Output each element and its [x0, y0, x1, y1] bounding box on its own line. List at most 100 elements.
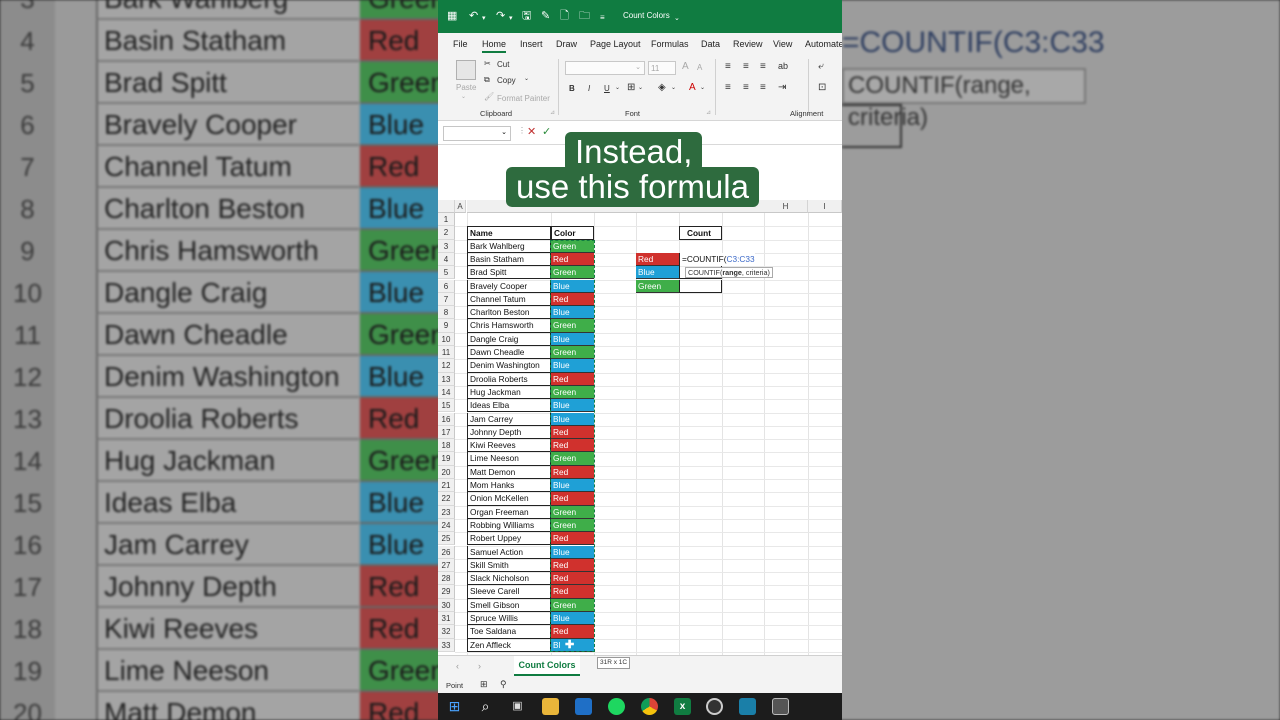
- quick-action-icon[interactable]: ✎: [541, 9, 550, 23]
- recording-app-icon[interactable]: [706, 698, 723, 715]
- name-cell[interactable]: Robert Uppey: [467, 532, 551, 546]
- name-cell[interactable]: Skill Smith: [467, 558, 551, 573]
- file-explorer-icon[interactable]: [542, 698, 559, 715]
- copy-dropdown-icon[interactable]: ⌄: [524, 75, 529, 82]
- indent-icon[interactable]: ⇥: [778, 82, 786, 93]
- row-header-13[interactable]: 13: [438, 372, 455, 386]
- name-cell[interactable]: Zen Affleck: [467, 638, 551, 652]
- tab-draw[interactable]: Draw: [556, 39, 577, 49]
- align-top-icon[interactable]: ≡: [725, 61, 731, 72]
- row-header-24[interactable]: 24: [438, 518, 455, 533]
- name-cell[interactable]: Dawn Cheadle: [467, 346, 551, 360]
- wrap-text-icon[interactable]: ⤶: [818, 61, 824, 72]
- name-cell[interactable]: Hug Jackman: [467, 385, 551, 400]
- name-cell[interactable]: Organ Freeman: [467, 505, 551, 519]
- summary-label-blue[interactable]: Blue: [636, 266, 679, 280]
- row-header-25[interactable]: 25: [438, 532, 455, 546]
- align-right-icon[interactable]: ≡: [760, 82, 766, 93]
- row-header-21[interactable]: 21: [438, 479, 455, 493]
- formula-options-icon[interactable]: ⋮: [518, 126, 526, 135]
- row-header-9[interactable]: 9: [438, 319, 455, 333]
- tab-review[interactable]: Review: [733, 39, 763, 49]
- sheet-tab-count-colors[interactable]: Count Colors: [514, 656, 580, 676]
- row-header-4[interactable]: 4: [438, 252, 455, 267]
- paste-dropdown-icon[interactable]: ⌄: [461, 93, 466, 100]
- spotify-icon[interactable]: [608, 698, 625, 715]
- name-cell[interactable]: Toe Saldana: [467, 625, 551, 639]
- tooltip-arg-range[interactable]: range: [722, 268, 742, 277]
- windows-start-icon[interactable]: ⊞: [446, 698, 463, 715]
- row-header-6[interactable]: 6: [438, 279, 455, 293]
- name-cell[interactable]: Dangle Craig: [467, 332, 551, 346]
- customize-toolbar-icon[interactable]: ≡: [600, 11, 605, 25]
- increase-font-icon[interactable]: A: [682, 61, 689, 72]
- align-middle-icon[interactable]: ≡: [743, 61, 749, 72]
- italic-button[interactable]: I: [588, 84, 590, 93]
- underline-button[interactable]: U: [604, 84, 610, 93]
- merge-icon[interactable]: ⊡: [818, 82, 826, 93]
- row-header-23[interactable]: 23: [438, 505, 455, 519]
- row-header-18[interactable]: 18: [438, 439, 455, 453]
- row-header-8[interactable]: 8: [438, 306, 455, 320]
- name-cell[interactable]: Smell Gibson: [467, 598, 551, 612]
- redo-icon[interactable]: ↷: [496, 9, 505, 23]
- select-all-corner[interactable]: [438, 200, 455, 213]
- name-cell[interactable]: Brad Spitt: [467, 266, 551, 280]
- summary-header-count[interactable]: Count: [679, 226, 722, 240]
- tab-home[interactable]: Home: [482, 39, 507, 53]
- row-header-1[interactable]: 1: [438, 213, 455, 227]
- tab-automate[interactable]: Automate: [805, 39, 842, 49]
- name-cell[interactable]: Chris Hamsworth: [467, 319, 551, 333]
- paste-button[interactable]: Paste: [456, 83, 476, 92]
- accessibility-icon[interactable]: ⚲: [500, 679, 507, 690]
- save-icon[interactable]: 🖫: [522, 9, 531, 23]
- header-name[interactable]: Name: [467, 226, 551, 240]
- font-name-select[interactable]: ⌄: [565, 61, 645, 75]
- name-cell[interactable]: Johnny Depth: [467, 425, 551, 440]
- name-cell[interactable]: Robbing Williams: [467, 518, 551, 533]
- align-bottom-icon[interactable]: ≡: [760, 61, 766, 72]
- row-header-15[interactable]: 15: [438, 399, 455, 413]
- name-cell[interactable]: Channel Tatum: [467, 292, 551, 307]
- row-header-5[interactable]: 5: [438, 266, 455, 280]
- tab-insert[interactable]: Insert: [520, 39, 543, 49]
- font-size-select[interactable]: 11: [648, 61, 676, 75]
- row-header-27[interactable]: 27: [438, 558, 455, 573]
- undo-icon[interactable]: ↶: [469, 9, 478, 23]
- row-header-31[interactable]: 31: [438, 612, 455, 626]
- header-color[interactable]: Color: [551, 226, 594, 240]
- name-cell[interactable]: Lime Neeson: [467, 452, 551, 466]
- row-header-32[interactable]: 32: [438, 625, 455, 639]
- app-icon[interactable]: [739, 698, 756, 715]
- orientation-icon[interactable]: ab: [778, 61, 788, 71]
- name-cell[interactable]: Onion McKellen: [467, 492, 551, 506]
- name-cell[interactable]: Matt Demon: [467, 465, 551, 479]
- prev-sheet-icon[interactable]: ‹: [456, 661, 459, 671]
- name-cell[interactable]: Samuel Action: [467, 545, 551, 559]
- column-header-a[interactable]: A: [455, 200, 466, 213]
- name-cell[interactable]: Charlton Beston: [467, 306, 551, 320]
- column-header-h[interactable]: H: [764, 200, 808, 213]
- tab-page-layout[interactable]: Page Layout: [590, 39, 641, 49]
- font-color-dropdown-icon[interactable]: ⌄: [700, 84, 705, 91]
- fill-dropdown-icon[interactable]: ⌄: [671, 84, 676, 91]
- align-center-icon[interactable]: ≡: [743, 82, 749, 93]
- fill-color-icon[interactable]: ◈: [658, 82, 666, 93]
- window-title[interactable]: Count Colors: [623, 11, 670, 20]
- font-color-icon[interactable]: A: [689, 82, 696, 93]
- row-header-33[interactable]: 33: [438, 638, 455, 652]
- format-painter-button[interactable]: Format Painter: [497, 94, 550, 103]
- name-cell[interactable]: Bravely Cooper: [467, 279, 551, 293]
- cut-button[interactable]: Cut: [497, 60, 509, 69]
- summary-label-red[interactable]: Red: [636, 252, 679, 267]
- name-cell[interactable]: Sleeve Carell: [467, 585, 551, 599]
- name-cell[interactable]: Kiwi Reeves: [467, 439, 551, 453]
- row-header-19[interactable]: 19: [438, 452, 455, 466]
- align-left-icon[interactable]: ≡: [725, 82, 731, 93]
- row-header-30[interactable]: 30: [438, 598, 455, 612]
- row-header-28[interactable]: 28: [438, 572, 455, 586]
- tab-file[interactable]: File: [453, 39, 468, 49]
- name-cell[interactable]: Mom Hanks: [467, 479, 551, 493]
- row-header-17[interactable]: 17: [438, 425, 455, 440]
- row-header-22[interactable]: 22: [438, 492, 455, 506]
